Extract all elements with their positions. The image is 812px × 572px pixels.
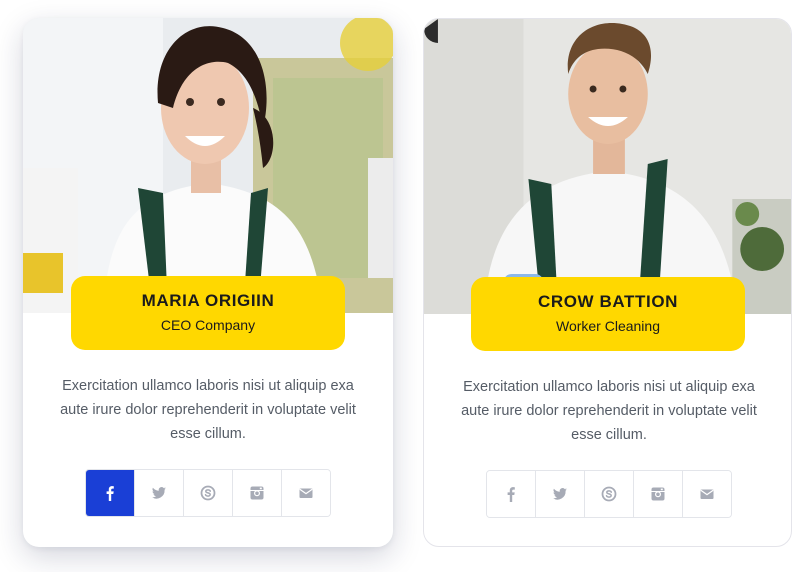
name-plate: MARIA ORIGIIN CEO Company — [71, 276, 345, 350]
instagram-icon — [250, 486, 264, 500]
skype-button[interactable] — [585, 471, 634, 517]
social-links — [85, 469, 331, 517]
skype-icon — [601, 486, 617, 502]
twitter-button[interactable] — [135, 470, 184, 516]
email-button[interactable] — [282, 470, 330, 516]
facebook-button[interactable] — [86, 470, 135, 516]
member-role: Worker Cleaning — [555, 318, 660, 334]
instagram-button[interactable] — [634, 471, 683, 517]
email-icon — [700, 489, 714, 499]
instagram-icon — [651, 487, 665, 501]
facebook-button[interactable] — [487, 471, 536, 517]
twitter-button[interactable] — [536, 471, 585, 517]
team-card-crow: CROW BATTION Worker Cleaning Exercitatio… — [423, 18, 792, 547]
member-role: CEO Company — [160, 317, 256, 333]
skype-button[interactable] — [184, 470, 233, 516]
name-plate: CROW BATTION Worker Cleaning — [471, 277, 745, 351]
team-card-maria: MARIA ORIGIIN CEO Company Exercitation u… — [23, 18, 393, 547]
email-button[interactable] — [683, 471, 731, 517]
member-bio: Exercitation ullamco laboris nisi ut ali… — [60, 378, 356, 442]
twitter-icon — [152, 487, 166, 499]
member-name: MARIA ORIGIIN — [141, 291, 275, 310]
team-member-photo — [23, 18, 393, 313]
facebook-icon — [507, 487, 515, 502]
twitter-icon — [553, 488, 567, 500]
member-bio: Exercitation ullamco laboris nisi ut ali… — [461, 379, 757, 443]
skype-icon — [200, 485, 216, 501]
social-links — [486, 470, 732, 518]
member-name: CROW BATTION — [537, 292, 679, 311]
instagram-button[interactable] — [233, 470, 282, 516]
team-member-photo — [424, 19, 791, 314]
facebook-icon — [106, 486, 114, 501]
email-icon — [299, 488, 313, 498]
